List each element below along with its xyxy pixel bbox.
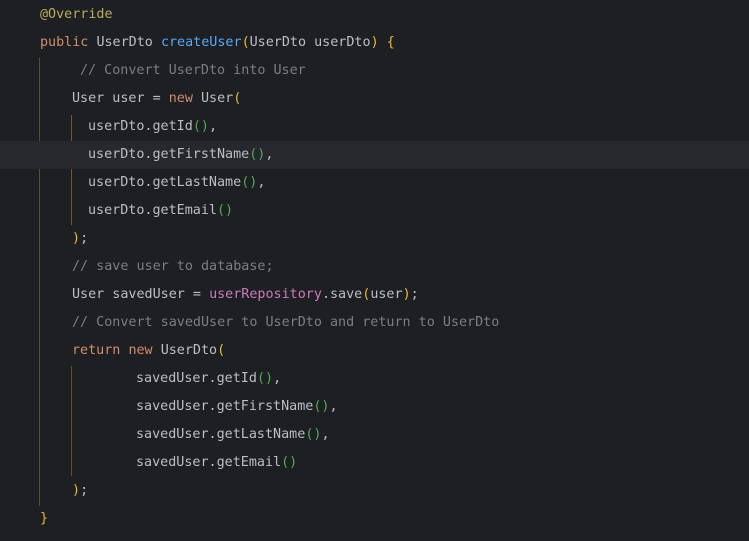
- code-token: }: [40, 511, 49, 526]
- code-line[interactable]: public UserDto createUser(UserDto userDt…: [0, 29, 749, 57]
- code-token: (): [249, 147, 266, 162]
- code-text: public UserDto createUser(UserDto userDt…: [40, 29, 395, 57]
- code-line[interactable]: User user = new User(: [0, 85, 749, 113]
- code-text: userDto.getId(),: [88, 113, 217, 141]
- code-token: savedUser.getFirstName: [136, 399, 314, 414]
- code-token: // Convert savedUser to UserDto and retu…: [72, 315, 500, 330]
- code-text: savedUser.getEmail(): [136, 449, 297, 477]
- code-text: // save user to database;: [72, 253, 274, 281]
- code-text: User user = new User(: [72, 85, 241, 113]
- code-token: ,: [321, 427, 330, 442]
- code-token: userDto.getEmail: [88, 203, 217, 218]
- code-token: (): [281, 455, 298, 470]
- code-line[interactable]: userDto.getEmail(): [0, 197, 749, 225]
- code-token: ;: [80, 231, 89, 246]
- code-line[interactable]: return new UserDto(: [0, 337, 749, 365]
- code-token: ;: [410, 287, 419, 302]
- code-line[interactable]: // Convert savedUser to UserDto and retu…: [0, 309, 749, 337]
- code-token: new: [168, 91, 201, 106]
- code-token: ,: [265, 147, 274, 162]
- code-line[interactable]: User savedUser = userRepository.save(use…: [0, 281, 749, 309]
- code-text: );: [72, 477, 88, 505]
- code-token: ;: [80, 483, 89, 498]
- code-text: User savedUser = userRepository.save(use…: [72, 281, 419, 309]
- code-token: (: [233, 91, 242, 106]
- code-token: (): [305, 427, 322, 442]
- code-token: userRepository: [209, 287, 322, 302]
- code-token: {: [386, 35, 395, 50]
- code-token: (): [192, 119, 209, 134]
- code-token: public: [40, 35, 97, 50]
- code-token: (): [241, 175, 258, 190]
- code-line[interactable]: // save user to database;: [0, 253, 749, 281]
- code-token: savedUser.getLastName: [136, 427, 306, 442]
- code-token: User user =: [72, 91, 169, 106]
- code-text: userDto.getFirstName(),: [88, 141, 273, 169]
- code-text: // Convert savedUser to UserDto and retu…: [72, 309, 499, 337]
- code-text: // Convert UserDto into User: [80, 57, 306, 85]
- code-token: savedUser.getId: [136, 371, 257, 386]
- code-line[interactable]: userDto.getId(),: [0, 113, 749, 141]
- code-token: (: [241, 35, 250, 50]
- code-token: ): [402, 287, 411, 302]
- code-token: ): [72, 231, 81, 246]
- code-token: new: [128, 343, 161, 358]
- code-line[interactable]: );: [0, 477, 749, 505]
- code-token: ,: [208, 119, 217, 134]
- code-text: return new UserDto(: [72, 337, 225, 365]
- code-text: savedUser.getId(),: [136, 365, 281, 393]
- code-line[interactable]: @Override: [0, 1, 749, 29]
- code-token: ,: [273, 371, 282, 386]
- code-token: userDto.getFirstName: [88, 147, 250, 162]
- code-text: userDto.getEmail(): [88, 197, 233, 225]
- code-text: }: [40, 505, 48, 533]
- code-text: savedUser.getFirstName(),: [136, 393, 338, 421]
- code-token: // save user to database;: [72, 259, 274, 274]
- code-token: UserDto: [160, 343, 218, 358]
- code-line[interactable]: savedUser.getId(),: [0, 365, 749, 393]
- code-token: userDto.getId: [88, 119, 193, 134]
- code-line[interactable]: );: [0, 225, 749, 253]
- code-token: User savedUser =: [72, 287, 210, 302]
- code-token: ): [72, 483, 81, 498]
- code-text: @Override: [40, 1, 113, 29]
- code-line[interactable]: userDto.getLastName(),: [0, 169, 749, 197]
- code-token: ): [370, 35, 379, 50]
- code-token: (): [217, 203, 234, 218]
- code-line[interactable]: savedUser.getEmail(): [0, 449, 749, 477]
- code-token: ,: [329, 399, 338, 414]
- code-token: userDto.getLastName: [88, 175, 242, 190]
- code-token: ,: [257, 175, 266, 190]
- code-token: User: [201, 91, 234, 106]
- code-line[interactable]: }: [0, 505, 749, 533]
- code-token: (): [256, 371, 274, 386]
- code-line[interactable]: userDto.getFirstName(),: [0, 141, 749, 169]
- code-text: savedUser.getLastName(),: [136, 421, 330, 449]
- code-token: savedUser.getEmail: [136, 455, 282, 470]
- code-text: );: [72, 225, 88, 253]
- code-line[interactable]: // Convert UserDto into User: [0, 57, 749, 85]
- code-line[interactable]: savedUser.getFirstName(),: [0, 393, 749, 421]
- code-token: @Override: [40, 7, 113, 22]
- code-token: UserDto userDto: [249, 35, 371, 50]
- code-token: (: [217, 343, 226, 358]
- code-token: (): [313, 399, 330, 414]
- code-editor[interactable]: @Override public UserDto createUser(UserD…: [0, 0, 749, 541]
- code-token: // Convert UserDto into User: [80, 63, 306, 78]
- code-token: user: [370, 287, 403, 302]
- code-token: .save: [321, 287, 363, 302]
- code-token: createUser: [160, 35, 242, 50]
- code-text: userDto.getLastName(),: [88, 169, 265, 197]
- code-token: return: [72, 343, 129, 358]
- code-line[interactable]: savedUser.getLastName(),: [0, 421, 749, 449]
- code-token: UserDto: [96, 35, 161, 50]
